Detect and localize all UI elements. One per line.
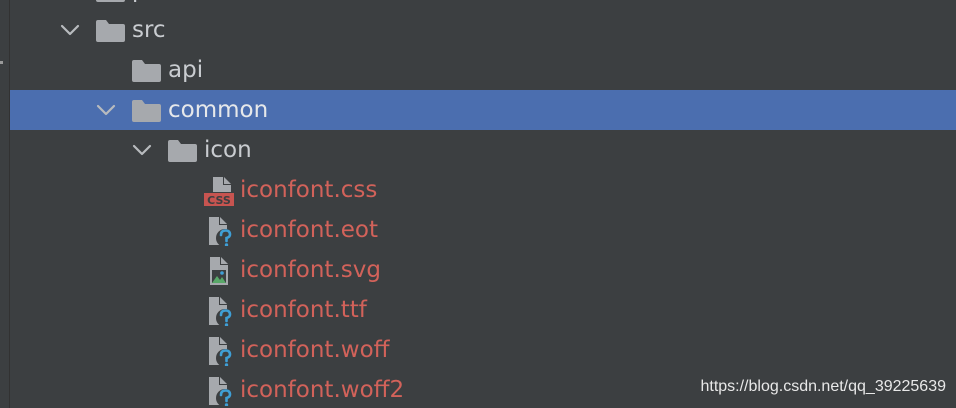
- tree-row-label: iconfont.css: [240, 177, 378, 203]
- folder-icon: [132, 60, 161, 82]
- tree-row-iconfont-css[interactable]: iconfont.css: [10, 170, 956, 210]
- tree-row-api[interactable]: api: [10, 50, 956, 90]
- unknown-file-icon: [204, 376, 234, 406]
- unknown-file-icon: [204, 296, 234, 326]
- chevron-down-icon[interactable]: [132, 140, 152, 160]
- gutter-marker: [0, 61, 3, 64]
- tree-row-common[interactable]: common: [10, 90, 956, 130]
- project-tree: p src api common icon iconfont.css iconf…: [0, 0, 956, 408]
- chevron-down-icon[interactable]: [96, 100, 116, 120]
- tree-row-iconfont-ttf[interactable]: iconfont.ttf: [10, 290, 956, 330]
- tree-row-iconfont-svg[interactable]: iconfont.svg: [10, 250, 956, 290]
- image-file-icon: [204, 256, 234, 286]
- tree-row-partial[interactable]: p: [10, 0, 956, 10]
- folder-icon: [96, 20, 125, 42]
- folder-icon: [96, 0, 125, 2]
- tree-row-icon[interactable]: icon: [10, 130, 956, 170]
- unknown-file-icon: [204, 216, 234, 246]
- tree-row-label: common: [168, 97, 269, 123]
- tree-row-label: icon: [204, 137, 252, 163]
- folder-icon: [132, 100, 161, 122]
- folder-icon: [168, 140, 197, 162]
- tree-row-iconfont-woff[interactable]: iconfont.woff: [10, 330, 956, 370]
- tree-row-src[interactable]: src: [10, 10, 956, 50]
- tree-row-label: iconfont.svg: [240, 257, 381, 283]
- tree-row-iconfont-eot[interactable]: iconfont.eot: [10, 210, 956, 250]
- tree-row-label: api: [168, 57, 204, 83]
- watermark-url: https://blog.csdn.net/qq_39225639: [700, 378, 946, 395]
- css-file-icon: [204, 176, 234, 206]
- tree-row-label: iconfont.woff: [240, 337, 390, 363]
- tree-row-label: p: [132, 0, 147, 10]
- tree-row-label: iconfont.ttf: [240, 297, 367, 323]
- tree-row-label: src: [132, 17, 166, 43]
- chevron-down-icon[interactable]: [60, 20, 80, 40]
- tree-row-label: iconfont.eot: [240, 217, 378, 243]
- tree-row-label: iconfont.woff2: [240, 377, 405, 403]
- unknown-file-icon: [204, 336, 234, 366]
